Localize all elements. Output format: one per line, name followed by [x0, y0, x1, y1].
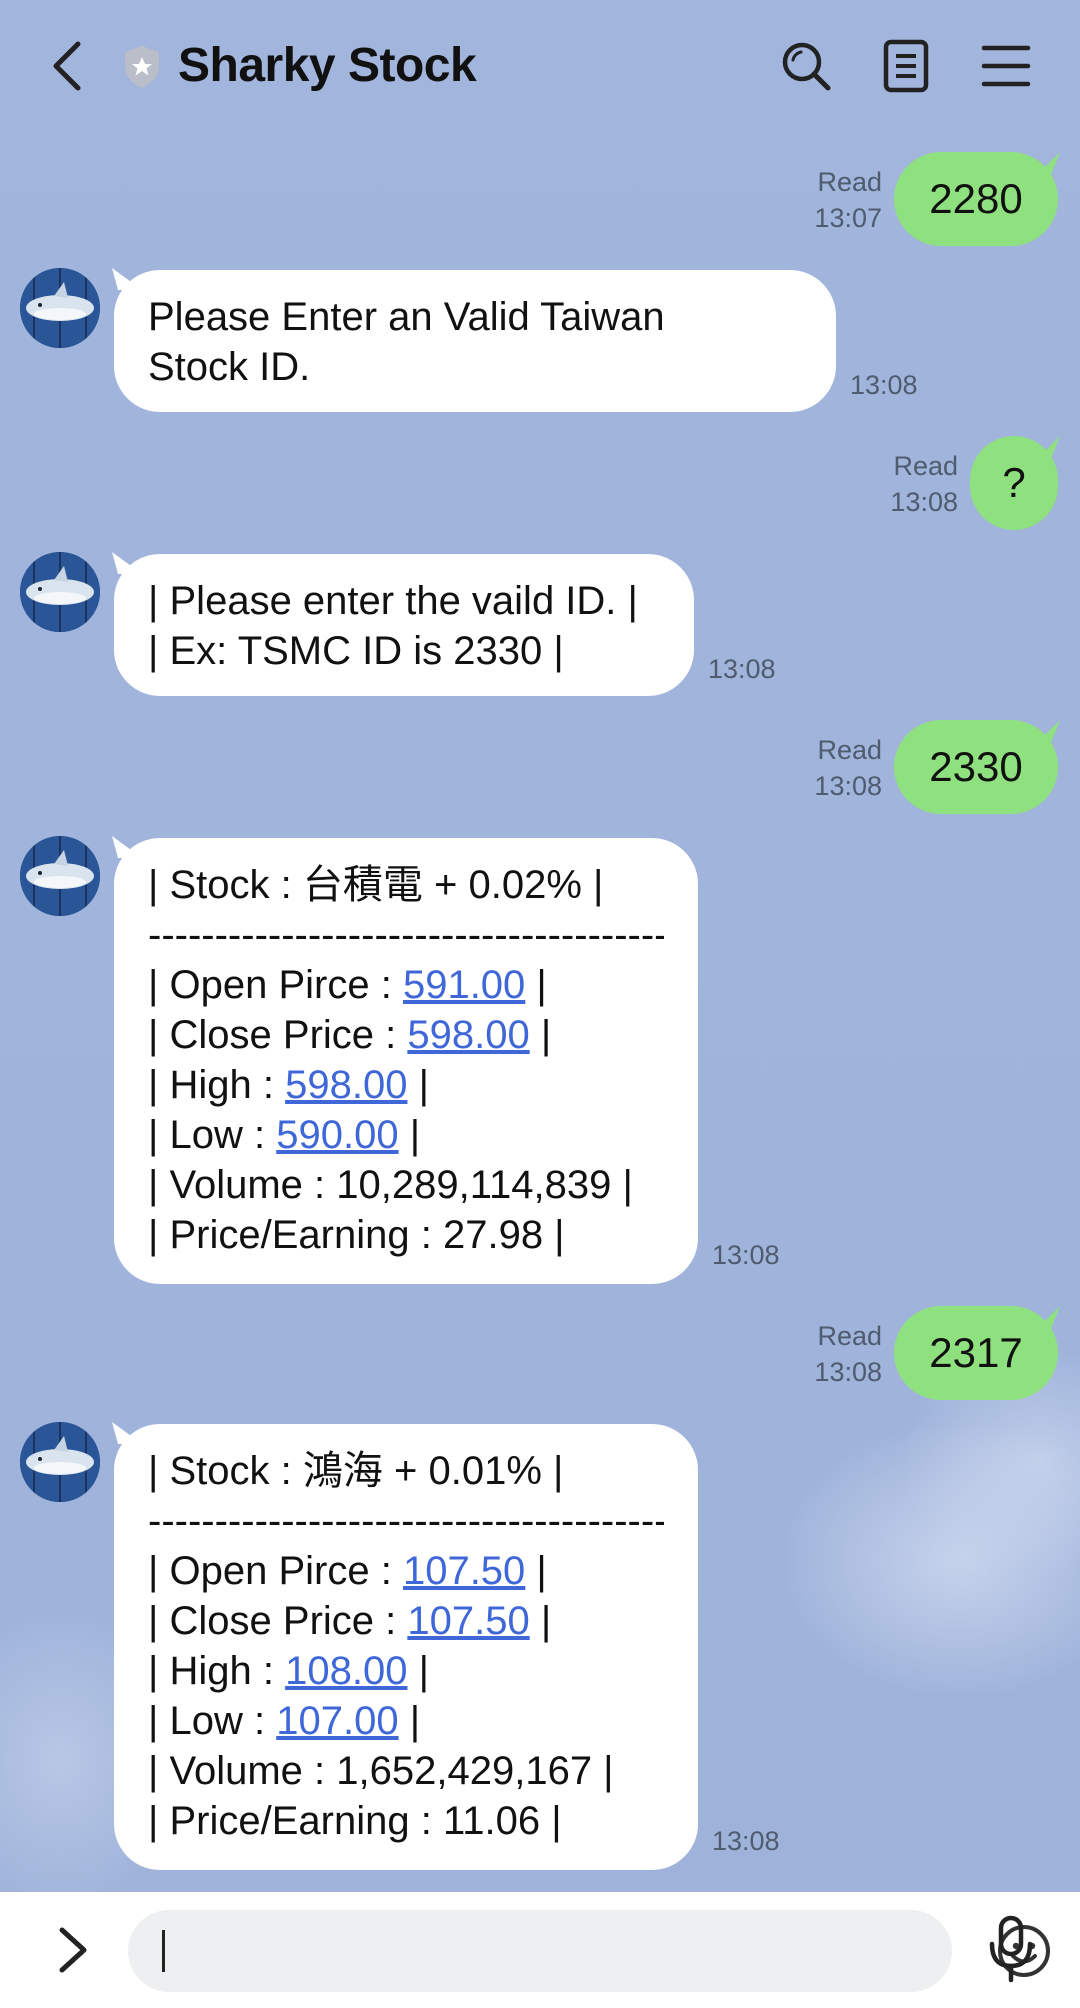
search-button[interactable] [778, 38, 834, 94]
message-text: 2280 [929, 175, 1023, 222]
volume-row: | Volume : 1,652,429,167 | [148, 1749, 614, 1793]
received-message-bubble[interactable]: Please Enter an Valid Taiwan Stock ID. [114, 270, 836, 412]
read-status: Read [893, 451, 958, 481]
sent-message-bubble[interactable]: 2317 [894, 1306, 1058, 1400]
read-status: Read [817, 735, 882, 765]
message-text: 2317 [929, 1329, 1023, 1376]
message-time: 13:08 [814, 1357, 882, 1387]
message-text: 2330 [929, 743, 1023, 790]
bot-avatar[interactable] [20, 552, 100, 632]
low-price-row: | Low : 107.00 | [148, 1699, 421, 1743]
bot-avatar[interactable] [20, 836, 100, 916]
message-line: Stock ID. [148, 345, 311, 389]
shark-avatar-image [20, 836, 100, 916]
back-button[interactable] [44, 38, 94, 94]
shark-avatar-image [20, 552, 100, 632]
stock-info-bubble[interactable]: | Stock : 鴻海 + 0.01% | -----------------… [114, 1424, 698, 1870]
high-price-row: | High : 598.00 | [148, 1063, 429, 1107]
divider-line: ----------------------------------------… [148, 1499, 664, 1543]
sent-message-bubble[interactable]: ? [970, 436, 1058, 530]
open-price-row: | Open Pirce : 591.00 | [148, 963, 547, 1007]
received-message-bubble[interactable]: | Please enter the vaild ID. | | Ex: TSM… [114, 554, 694, 696]
stock-info-bubble[interactable]: | Stock : 台積電 + 0.02% | ----------------… [114, 838, 698, 1284]
high-price-link[interactable]: 598.00 [285, 1063, 407, 1107]
high-price-row: | High : 108.00 | [148, 1649, 429, 1693]
message-time: 13:08 [708, 654, 776, 684]
notes-button[interactable] [878, 38, 934, 94]
bot-avatar[interactable] [20, 1422, 100, 1502]
message-time: 13:07 [814, 203, 882, 233]
close-price-link[interactable]: 107.50 [407, 1599, 529, 1643]
volume-row: | Volume : 10,289,114,839 | [148, 1163, 633, 1207]
chat-title: Sharky Stock [178, 39, 477, 92]
low-price-row: | Low : 590.00 | [148, 1113, 421, 1157]
sent-message-bubble[interactable]: 2280 [894, 152, 1058, 246]
stock-header: | Stock : 鴻海 + 0.01% | [148, 1449, 564, 1493]
shield-icon [122, 44, 162, 90]
bot-avatar[interactable] [20, 268, 100, 348]
stock-header: | Stock : 台積電 + 0.02% | [148, 863, 604, 907]
shark-avatar-image [20, 268, 100, 348]
close-price-row: | Close Price : 107.50 | [148, 1599, 552, 1643]
message-line: | Ex: TSMC ID is 2330 | [148, 629, 564, 673]
read-receipt: Read 13:08 [790, 1318, 882, 1390]
read-status: Read [817, 167, 882, 197]
low-price-link[interactable]: 107.00 [276, 1699, 398, 1743]
open-price-link[interactable]: 107.50 [403, 1549, 525, 1593]
open-price-link[interactable]: 591.00 [403, 963, 525, 1007]
message-line: Please Enter an Valid Taiwan [148, 295, 665, 339]
chevron-right-icon [59, 1927, 87, 1973]
search-icon [782, 42, 831, 91]
message-time: 13:08 [850, 370, 918, 400]
high-price-link[interactable]: 108.00 [285, 1649, 407, 1693]
voice-input-button[interactable] [986, 1914, 1036, 1984]
read-status: Read [817, 1321, 882, 1351]
chevron-left-icon [53, 41, 81, 91]
divider-line: ----------------------------------------… [148, 913, 664, 957]
message-time: 13:08 [712, 1240, 780, 1270]
open-price-row: | Open Pirce : 107.50 | [148, 1549, 547, 1593]
menu-icon [981, 45, 1031, 87]
close-price-row: | Close Price : 598.00 | [148, 1013, 552, 1057]
read-receipt: Read 13:08 [790, 732, 882, 804]
message-line: | Please enter the vaild ID. | [148, 579, 638, 623]
message-time: 13:08 [814, 771, 882, 801]
notes-icon [883, 39, 929, 93]
close-price-link[interactable]: 598.00 [407, 1013, 529, 1057]
microphone-icon [989, 1915, 1033, 1983]
read-receipt: Read 13:07 [790, 164, 882, 236]
message-time: 13:08 [712, 1826, 780, 1856]
pe-ratio-row: | Price/Earning : 11.06 | [148, 1799, 562, 1843]
sent-message-bubble[interactable]: 2330 [894, 720, 1058, 814]
low-price-link[interactable]: 590.00 [276, 1113, 398, 1157]
text-cursor [162, 1930, 165, 1972]
message-input[interactable] [128, 1910, 1050, 1992]
read-receipt: Read 13:08 [866, 448, 958, 520]
message-composer [0, 1892, 1080, 2008]
message-text: ? [1002, 459, 1026, 506]
menu-button[interactable] [978, 38, 1034, 94]
message-time: 13:08 [890, 487, 958, 517]
chat-header: Sharky Stock [0, 0, 1080, 134]
shark-avatar-image [20, 1422, 100, 1502]
pe-ratio-row: | Price/Earning : 27.98 | [148, 1213, 565, 1257]
expand-menu-button[interactable] [52, 1922, 92, 1978]
